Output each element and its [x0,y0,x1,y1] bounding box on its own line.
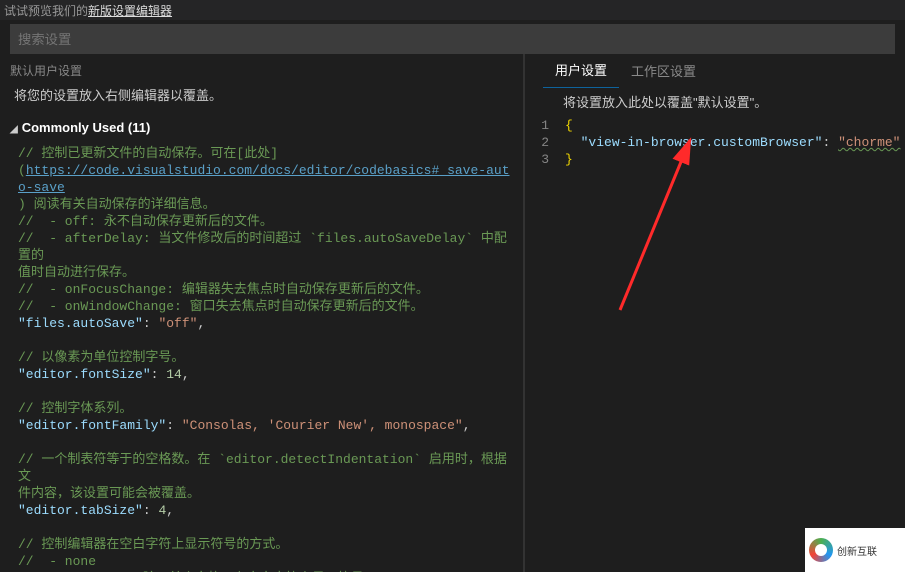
watermark: 创新互联 [805,528,905,572]
default-settings-pane: 默认用户设置 将您的设置放入右侧编辑器以覆盖。 Commonly Used (1… [0,54,525,572]
setting-key: "files.autoSave" [18,316,143,331]
preview-bar: 试试预览我们的 新版设置编辑器 [0,0,905,20]
section-commonly-used[interactable]: Commonly Used (11) [0,114,523,141]
comment: // - onWindowChange: 窗口失去焦点时自动保存更新后的文件。 [18,299,424,314]
comment: 值时自动进行保存。 [18,265,135,280]
tab-workspace-settings[interactable]: 工作区设置 [619,55,708,88]
doc-link[interactable]: https://code.visualstudio.com/docs/edito… [18,163,510,195]
colon: : [822,135,838,150]
user-settings-pane: 用户设置 工作区设置 将设置放入此处以覆盖"默认设置"。 1 2 3 { "vi… [525,54,905,572]
comment: // 一个制表符等于的空格数。在 `editor.detectIndentati… [18,452,507,484]
preview-prefix: 试试预览我们的 [4,2,88,19]
comment: ) 阅读有关自动保存的详细信息。 [18,197,216,212]
setting-value: 14 [166,367,182,382]
setting-key: "editor.fontFamily" [18,418,166,433]
brace-open: { [565,118,573,133]
tab-user-settings[interactable]: 用户设置 [543,54,619,88]
user-settings-editor[interactable]: 1 2 3 { "view-in-browser.customBrowser":… [525,117,905,168]
right-subtitle: 将设置放入此处以覆盖"默认设置"。 [525,88,905,117]
watermark-logo-icon [809,538,833,562]
search-input[interactable] [10,24,895,54]
code-lines: { "view-in-browser.customBrowser": "chor… [555,117,900,168]
line-number: 2 [525,134,549,151]
setting-key: "editor.tabSize" [18,503,143,518]
setting-key: "editor.fontSize" [18,367,151,382]
setting-value: "off" [158,316,197,331]
line-number: 3 [525,151,549,168]
comment: // - none [18,554,96,569]
left-heading: 默认用户设置 [0,54,523,83]
line-gutter: 1 2 3 [525,117,555,168]
line-number: 1 [525,117,549,134]
json-key: "view-in-browser.customBrowser" [581,135,823,150]
left-subheading: 将您的设置放入右侧编辑器以覆盖。 [0,83,523,114]
comment: 件内容，该设置可能会被覆盖。 [18,486,200,501]
comment: // - onFocusChange: 编辑器失去焦点时自动保存更新后的文件。 [18,282,429,297]
readonly-defaults-editor: // 控制已更新文件的自动保存。可在[此处](https://code.visu… [0,141,523,572]
comment: // - off: 永不自动保存更新后的文件。 [18,214,273,229]
comment: // 以像素为单位控制字号。 [18,350,184,365]
comment: // 控制字体系列。 [18,401,132,416]
comment: // - afterDelay: 当文件修改后的时间超过 `files.auto… [18,231,507,263]
preview-link[interactable]: 新版设置编辑器 [88,2,172,19]
brace-close: } [565,152,573,167]
settings-scope-tabs: 用户设置 工作区设置 [525,54,905,88]
json-value: "chorme" [838,135,900,150]
setting-value: "Consolas, 'Courier New', monospace" [182,418,463,433]
watermark-text: 创新互联 [837,543,877,558]
comment: // 控制已更新文件的自动保存。可在[此处] [18,146,278,161]
comment: // 控制编辑器在空白字符上显示符号的方式。 [18,537,288,552]
main-split: 默认用户设置 将您的设置放入右侧编辑器以覆盖。 Commonly Used (1… [0,54,905,572]
